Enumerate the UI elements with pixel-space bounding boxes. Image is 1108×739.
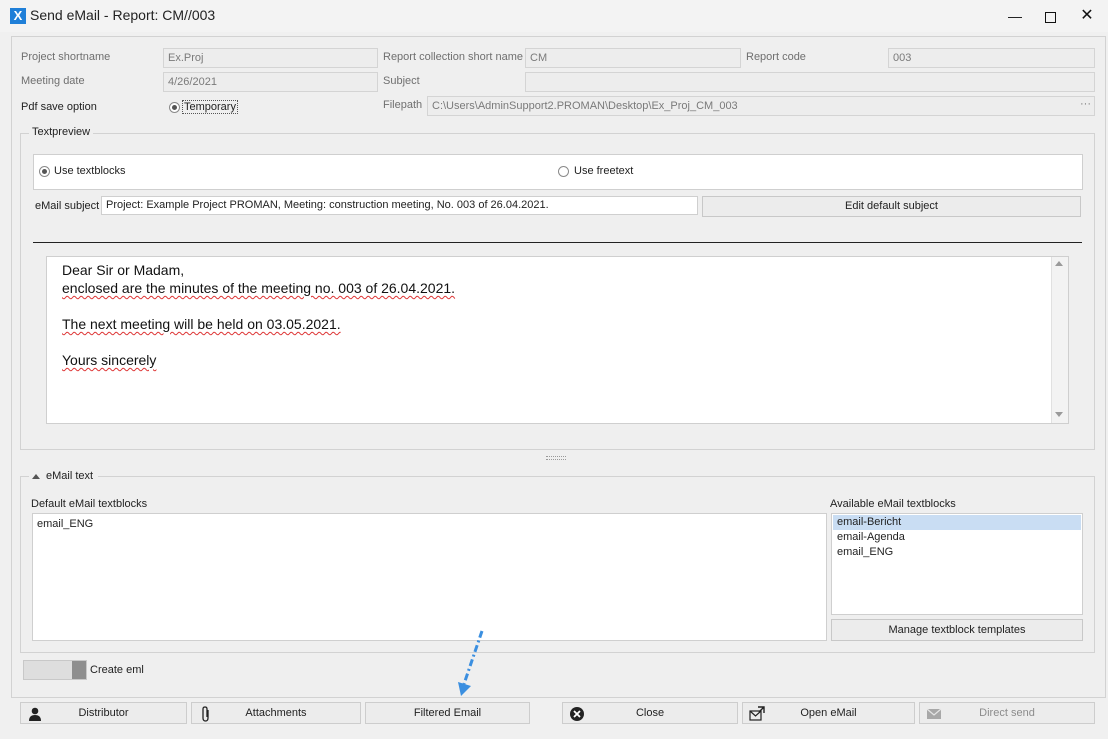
create-eml-label: Create eml	[90, 664, 144, 676]
available-textblocks-label: Available eMail textblocks	[830, 498, 956, 510]
attachments-label: Attachments	[245, 707, 307, 719]
attachments-button[interactable]: Attachments	[191, 702, 361, 724]
maximize-icon	[1044, 11, 1056, 23]
default-textblock-item[interactable]: email_ENG	[33, 517, 826, 532]
textpreview-title: Textpreview	[29, 126, 94, 138]
create-eml-toggle[interactable]	[23, 660, 87, 680]
filepath-field[interactable]: C:\Users\AdminSupport2.PROMAN\Desktop\Ex…	[427, 96, 1095, 116]
open-email-label: Open eMail	[800, 707, 857, 719]
temporary-option-label[interactable]: Temporary	[182, 100, 238, 114]
filtered-email-label: Filtered Email	[413, 707, 482, 719]
subject-label: Subject	[383, 75, 420, 87]
distributor-label: Distributor	[78, 707, 129, 719]
scroll-down-icon[interactable]	[1055, 412, 1063, 417]
temporary-radio[interactable]	[169, 102, 180, 113]
scroll-up-icon[interactable]	[1055, 261, 1063, 266]
pdf-save-option-label: Pdf save option	[21, 101, 97, 113]
email-body-line-4: Yours sincerely	[62, 352, 157, 368]
email-subject-input[interactable]: Project: Example Project PROMAN, Meeting…	[101, 196, 698, 215]
email-body-line-3: The next meeting will be held on 03.05.2…	[62, 316, 341, 332]
email-text-header[interactable]: eMail text	[29, 470, 99, 482]
meeting-date-label: Meeting date	[21, 75, 85, 87]
available-textblocks-list[interactable]: email-Bericht email-Agenda email_ENG	[831, 513, 1083, 615]
use-textblocks-label[interactable]: Use textblocks	[54, 165, 126, 177]
collapse-triangle-icon[interactable]	[32, 473, 40, 479]
window-title: Send eMail - Report: CM//003	[30, 7, 216, 23]
close-label: Close	[635, 707, 665, 719]
available-textblock-item[interactable]: email-Agenda	[833, 530, 1081, 545]
project-shortname-field[interactable]: Ex.Proj	[163, 48, 378, 68]
open-email-button[interactable]: Open eMail	[742, 702, 915, 724]
use-textblocks-radio[interactable]	[39, 166, 50, 177]
close-button[interactable]: Close	[562, 702, 738, 724]
direct-send-button[interactable]: Direct send	[919, 702, 1095, 724]
close-window-button[interactable]: ✕	[1069, 4, 1105, 28]
body-scrollbar[interactable]	[1051, 257, 1068, 423]
email-text-title: eMail text	[46, 470, 94, 482]
available-textblock-item[interactable]: email-Bericht	[833, 515, 1081, 530]
report-collection-label: Report collection short name	[383, 51, 524, 63]
email-body-line-2: enclosed are the minutes of the meeting …	[62, 280, 456, 296]
app-logo-icon: X	[10, 8, 26, 24]
filepath-label: Filepath	[383, 99, 423, 111]
report-collection-field[interactable]: CM	[525, 48, 741, 68]
email-body-greeting: Dear Sir or Madam,	[62, 262, 185, 278]
email-body-line-1: Dear Sir or Madam,	[62, 261, 184, 279]
meeting-date-field[interactable]: 4/26/2021	[163, 72, 378, 92]
distributor-button[interactable]: Distributor	[20, 702, 187, 724]
toggle-thumb	[72, 661, 86, 679]
direct-send-label: Direct send	[979, 707, 1035, 719]
email-subject-label: eMail subject	[35, 200, 100, 212]
splitter-grip-icon[interactable]	[546, 456, 566, 460]
available-textblock-item[interactable]: email_ENG	[833, 545, 1081, 560]
subject-field[interactable]	[525, 72, 1095, 92]
manage-textblock-templates-button[interactable]: Manage textblock templates	[831, 619, 1083, 641]
maximize-button[interactable]	[1032, 4, 1068, 28]
use-freetext-radio[interactable]	[558, 166, 569, 177]
project-shortname-label: Project shortname	[21, 51, 111, 63]
default-textblocks-list[interactable]: email_ENG	[32, 513, 827, 641]
edit-default-subject-button[interactable]: Edit default subject	[702, 196, 1081, 217]
filepath-browse-button[interactable]: ···	[1080, 98, 1091, 110]
default-textblocks-label: Default eMail textblocks	[31, 498, 148, 510]
report-code-field[interactable]: 003	[888, 48, 1095, 68]
separator-line	[33, 242, 1082, 243]
minimize-button[interactable]: —	[997, 4, 1033, 28]
annotation-arrow-icon	[458, 630, 484, 696]
report-code-label: Report code	[746, 51, 806, 63]
use-freetext-label[interactable]: Use freetext	[574, 165, 633, 177]
filtered-email-button[interactable]: Filtered Email	[365, 702, 530, 724]
